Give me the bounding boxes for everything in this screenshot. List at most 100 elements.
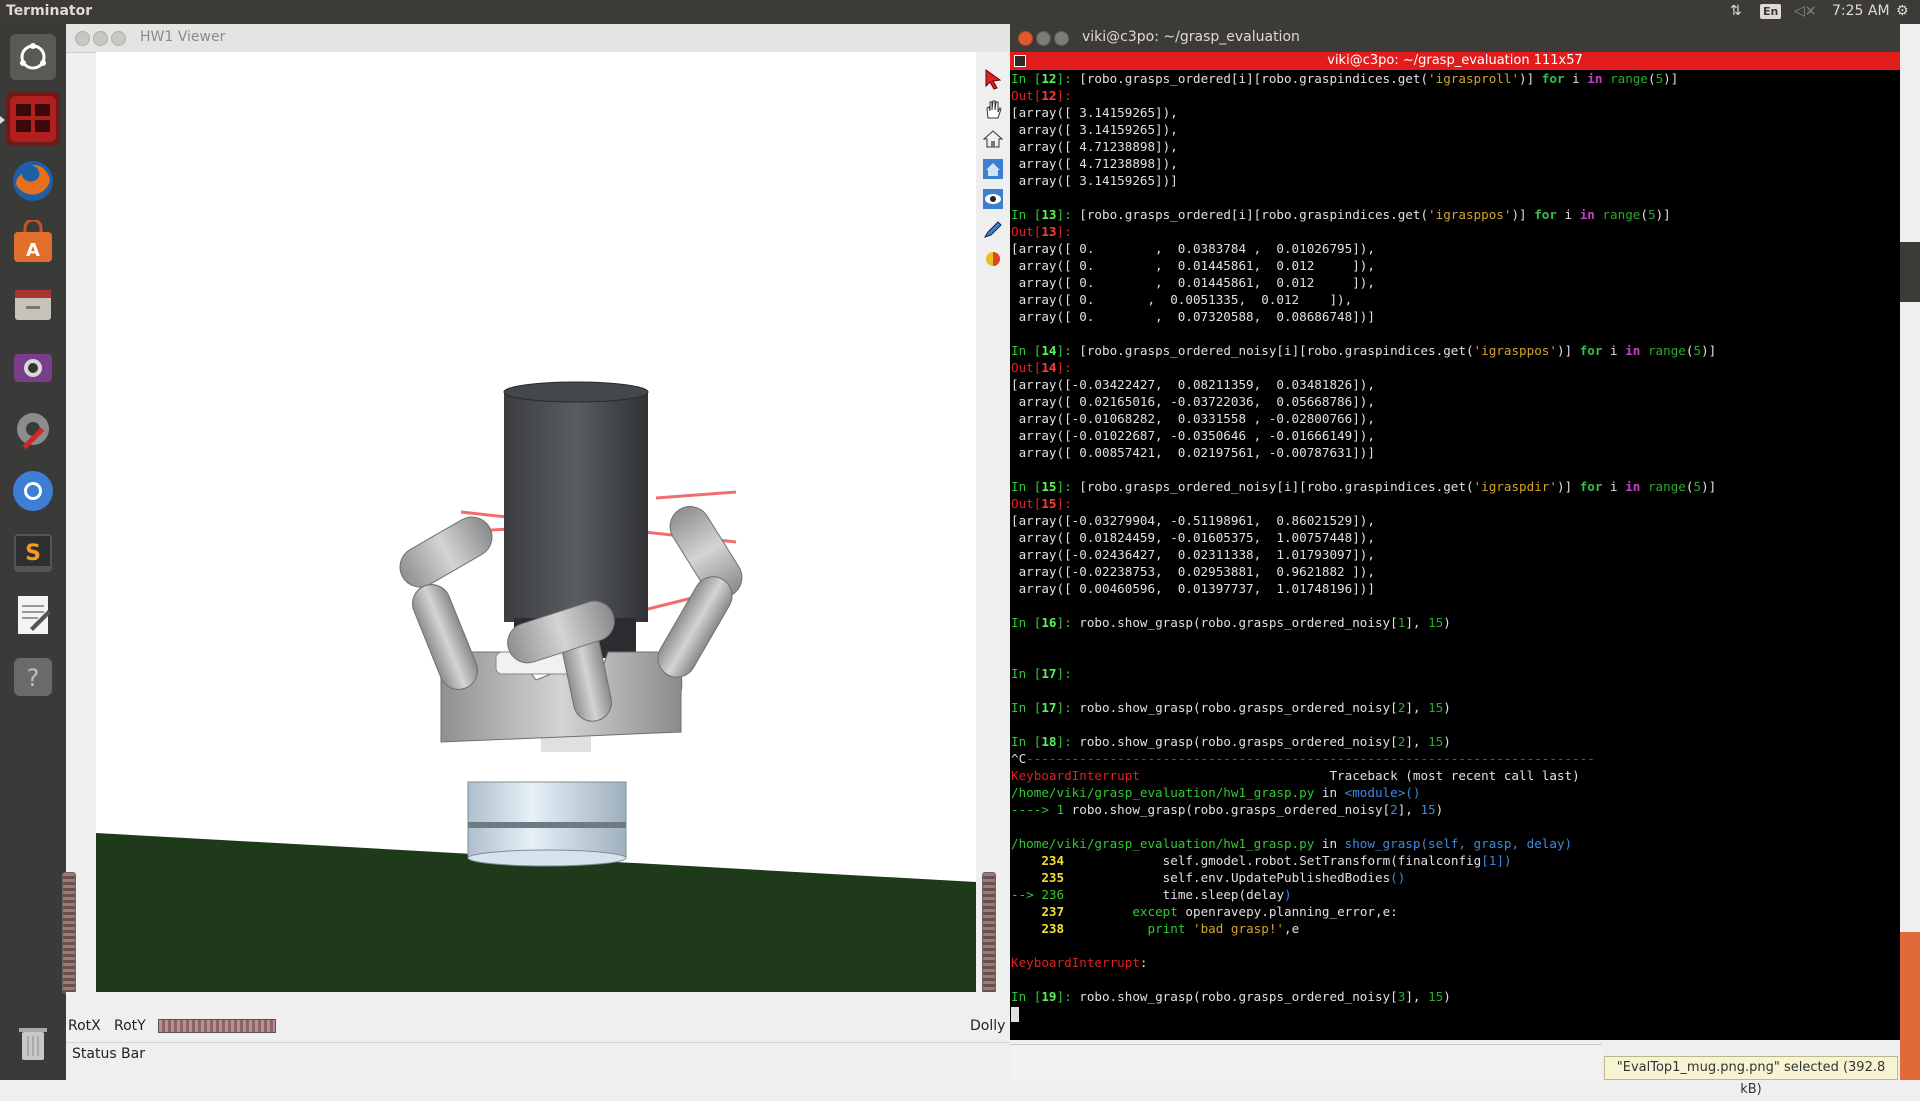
keyboard-language-indicator[interactable]: En bbox=[1760, 3, 1782, 19]
terminal-line: array([ 0.00460596, 0.01397737, 1.017481… bbox=[1011, 581, 1375, 596]
background-window-edge-orange bbox=[1900, 932, 1920, 1080]
terminal-line: Out[14]: bbox=[1011, 360, 1072, 375]
terminal-output[interactable]: In [12]: [robo.grasps_ordered[i][robo.gr… bbox=[1010, 70, 1900, 1040]
system-settings-icon[interactable] bbox=[6, 402, 60, 456]
terminal-line: --> 236 time.sleep(delay) bbox=[1011, 887, 1292, 902]
terminal-line: KeyboardInterrupt: bbox=[1011, 955, 1148, 970]
dash-home-icon[interactable] bbox=[6, 30, 60, 84]
status-bar: Status Bar bbox=[66, 1042, 1010, 1065]
seek-pen-icon[interactable] bbox=[980, 216, 1006, 242]
select-arrow-icon[interactable] bbox=[980, 66, 1006, 92]
viewer-titlebar: HW1 Viewer bbox=[66, 24, 1010, 53]
sublime-text-icon[interactable]: S bbox=[6, 526, 60, 580]
terminal-line: 237 except openravepy.planning_error,e: bbox=[1011, 904, 1398, 919]
clock[interactable]: 7:25 AM bbox=[1832, 3, 1890, 19]
terminator-window: viki@c3po: ~/grasp_evaluation viki@c3po:… bbox=[1010, 24, 1900, 1040]
terminal-tab-bar[interactable]: viki@c3po: ~/grasp_evaluation 111x57 bbox=[1010, 52, 1900, 70]
terminal-line: array([ 0.00857421, 0.02197561, -0.00787… bbox=[1011, 445, 1375, 460]
terminal-line: In [15]: [robo.grasps_ordered_noisy[i][r… bbox=[1011, 479, 1717, 494]
close-button[interactable] bbox=[1018, 31, 1033, 46]
background-window-edge bbox=[1900, 242, 1920, 302]
viewer-bottom-bar: RotX RotY Dolly Status Bar bbox=[66, 992, 1010, 1080]
terminal-line: Out[12]: bbox=[1011, 88, 1072, 103]
viewer-title: HW1 Viewer bbox=[140, 29, 226, 45]
trash-icon[interactable] bbox=[6, 1016, 60, 1070]
set-home-icon[interactable] bbox=[980, 156, 1006, 182]
terminal-line: Out[15]: bbox=[1011, 496, 1072, 511]
volume-muted-icon[interactable]: ◁× bbox=[1794, 3, 1817, 19]
terminal-line: In [12]: [robo.grasps_ordered[i][robo.gr… bbox=[1011, 71, 1679, 86]
terminal-line: 235 self.env.UpdatePublishedBodies() bbox=[1011, 870, 1406, 885]
terminal-line: 238 print 'bad grasp!',e bbox=[1011, 921, 1300, 936]
terminal-line: In [16]: robo.show_grasp(robo.grasps_ord… bbox=[1011, 615, 1451, 630]
close-button[interactable] bbox=[75, 31, 90, 46]
rotx-thumbwheel[interactable] bbox=[62, 872, 76, 994]
screenshot-icon[interactable] bbox=[6, 340, 60, 394]
terminal-line: array([ 4.71238898]), bbox=[1011, 139, 1178, 154]
terminal-line: KeyboardInterrupt Traceback (most recent… bbox=[1011, 768, 1580, 783]
terminal-line: ----> 1 robo.show_grasp(robo.grasps_orde… bbox=[1011, 802, 1444, 817]
maximize-button[interactable] bbox=[1054, 31, 1069, 46]
view-all-eye-icon[interactable] bbox=[980, 186, 1006, 212]
terminal-line: In [14]: [robo.grasps_ordered_noisy[i][r… bbox=[1011, 343, 1717, 358]
terminal-line: [array([-0.03422427, 0.08211359, 0.03481… bbox=[1011, 377, 1375, 392]
terminal-line: array([-0.01022687, -0.0350646 , -0.0166… bbox=[1011, 428, 1375, 443]
terminal-line: ^C--------------------------------------… bbox=[1011, 751, 1595, 766]
gear-icon[interactable]: ⚙ bbox=[1896, 3, 1909, 19]
robot-hand-scene bbox=[96, 381, 976, 992]
projection-toggle-icon[interactable] bbox=[980, 246, 1006, 272]
terminal-line: array([-0.02238753, 0.02953881, 0.962188… bbox=[1011, 564, 1375, 579]
svg-text:?: ? bbox=[27, 664, 40, 692]
home-view-icon[interactable] bbox=[980, 126, 1006, 152]
viewer-toolbar bbox=[976, 52, 1010, 992]
roty-thumbwheel[interactable] bbox=[158, 1019, 276, 1033]
mug-object bbox=[504, 392, 648, 622]
right-finger bbox=[657, 506, 743, 678]
terminal-line: array([ 0. , 0.07320588, 0.08686748])] bbox=[1011, 309, 1375, 324]
terminal-line: In [13]: [robo.grasps_ordered[i][robo.gr… bbox=[1011, 207, 1671, 222]
hand-base-cylinder bbox=[467, 781, 627, 859]
maximize-button[interactable] bbox=[111, 31, 126, 46]
terminator-icon[interactable] bbox=[6, 92, 60, 146]
3d-viewport[interactable] bbox=[96, 52, 976, 992]
terminal-line bbox=[1010, 1005, 1900, 1022]
files-icon[interactable] bbox=[6, 278, 60, 332]
unity-launcher: A S ? bbox=[0, 24, 66, 1080]
minimize-button[interactable] bbox=[93, 31, 108, 46]
network-updown-icon[interactable]: ⇅ bbox=[1730, 3, 1742, 19]
terminal-line: [array([ 3.14159265]), bbox=[1011, 105, 1178, 120]
dolly-thumbwheel[interactable] bbox=[982, 872, 996, 994]
software-center-icon[interactable]: A bbox=[6, 216, 60, 270]
terminal-line: [array([-0.03279904, -0.51198961, 0.8602… bbox=[1011, 513, 1375, 528]
roty-label: RotY bbox=[114, 1018, 146, 1034]
terminal-line: array([ 0. , 0.01445861, 0.012 ]), bbox=[1011, 275, 1375, 290]
terminal-line: array([ 0. , 0.01445861, 0.012 ]), bbox=[1011, 258, 1375, 273]
active-app-title: Terminator bbox=[6, 3, 93, 19]
terminal-line: array([ 4.71238898]), bbox=[1011, 156, 1178, 171]
text-editor-icon[interactable] bbox=[6, 588, 60, 642]
minimize-button[interactable] bbox=[1036, 31, 1051, 46]
chromium-icon[interactable] bbox=[6, 464, 60, 518]
help-icon[interactable]: ? bbox=[6, 650, 60, 704]
terminal-window-title: viki@c3po: ~/grasp_evaluation bbox=[1082, 29, 1300, 45]
terminal-line: /home/viki/grasp_evaluation/hw1_grasp.py… bbox=[1011, 836, 1573, 851]
rotx-label: RotX bbox=[68, 1018, 101, 1034]
firefox-icon[interactable] bbox=[6, 154, 60, 208]
terminal-line: 234 self.gmodel.robot.SetTransform(final… bbox=[1011, 853, 1512, 868]
terminal-titlebar: viki@c3po: ~/grasp_evaluation bbox=[1010, 24, 1900, 52]
terminal-line: array([ 3.14159265]), bbox=[1011, 122, 1178, 137]
terminal-line: array([-0.01068282, 0.0331558 , -0.02800… bbox=[1011, 411, 1375, 426]
top-panel: Terminator ⇅ En ◁× 7:25 AM ⚙ bbox=[0, 0, 1920, 24]
dolly-label: Dolly bbox=[970, 1018, 1006, 1034]
pan-hand-icon[interactable] bbox=[980, 96, 1006, 122]
terminal-tab-title: viki@c3po: ~/grasp_evaluation 111x57 bbox=[1327, 53, 1583, 68]
terminal-line: /home/viki/grasp_evaluation/hw1_grasp.py… bbox=[1011, 785, 1421, 800]
hw1-viewer-window: HW1 Viewer RotX RotY Dolly Status Bar bbox=[62, 24, 1010, 1080]
